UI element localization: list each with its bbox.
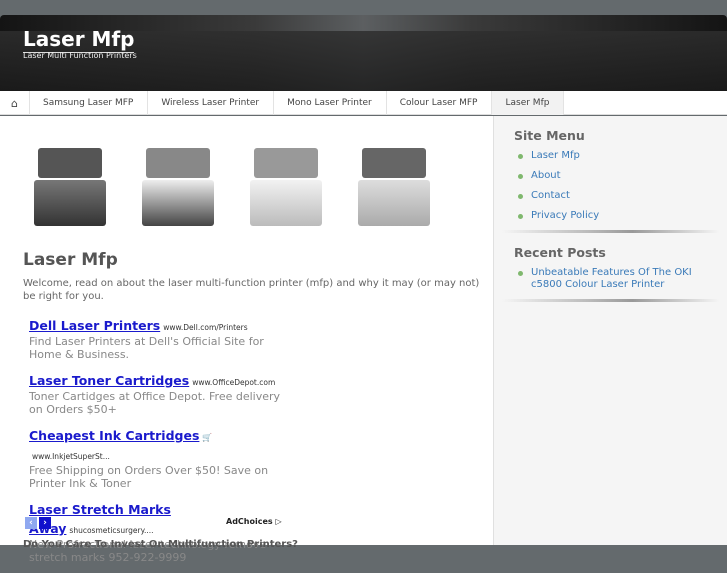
- menu-link[interactable]: Contact: [531, 190, 570, 202]
- ad-pagination: ‹ ›: [25, 517, 51, 529]
- bullet-icon: [518, 214, 523, 219]
- ad-item: Dell Laser Printers www.Dell.com/Printers…: [29, 315, 284, 361]
- ad-desc: Free Shipping on Orders Over $50! Save o…: [29, 464, 269, 490]
- bullet-icon: [518, 174, 523, 179]
- ad-desc: Find Laser Printers at Dell's Official S…: [29, 335, 264, 361]
- recent-post-item[interactable]: Unbeatable Features Of The OKI c5800 Col…: [518, 267, 727, 291]
- cart-icon: 🛒: [202, 433, 213, 442]
- menu-link[interactable]: Privacy Policy: [531, 210, 599, 222]
- ad-next-button[interactable]: ›: [39, 517, 51, 529]
- ad-url[interactable]: shucosmeticsurgery....: [69, 526, 153, 535]
- nav-item-wireless-laser-printer[interactable]: Wireless Laser Printer: [148, 91, 275, 115]
- recent-posts-title: Recent Posts: [514, 245, 606, 260]
- printer-image: [28, 138, 112, 230]
- ad-desc: Toner Cartidges at Office Depot. Free de…: [29, 390, 281, 416]
- ad-item: Laser Toner Cartridges www.OfficeDepot.co…: [29, 370, 284, 416]
- site-tagline: Laser Multi Function Printers: [23, 51, 137, 60]
- nav-item-laser-mfp[interactable]: Laser Mfp: [492, 91, 565, 115]
- divider: [502, 230, 719, 233]
- site-menu-item[interactable]: Privacy Policy: [518, 210, 727, 222]
- adchoices-label: AdChoices: [226, 517, 273, 526]
- ad-item: Cheapest Ink Cartridges 🛒 www.InkjetSuperS…: [29, 425, 284, 490]
- printer-image: [352, 138, 436, 230]
- ad-prev-button[interactable]: ‹: [25, 517, 37, 529]
- site-menu-item[interactable]: Laser Mfp: [518, 150, 727, 162]
- divider: [502, 299, 719, 302]
- bullet-icon: [518, 194, 523, 199]
- ad-url[interactable]: www.OfficeDepot.com: [192, 378, 275, 387]
- intro-text: Welcome, read on about the laser multi-f…: [23, 278, 480, 302]
- page-title: Laser Mfp: [23, 250, 118, 270]
- site-title[interactable]: Laser Mfp: [23, 27, 135, 53]
- menu-link[interactable]: Laser Mfp: [531, 150, 580, 162]
- main-content: Laser Mfp Welcome, read on about the las…: [0, 116, 493, 563]
- ad-title-link[interactable]: Cheapest Ink Cartridges: [29, 428, 199, 443]
- ad-title-link[interactable]: Laser Toner Cartridges: [29, 373, 189, 388]
- nav-item-mono-laser-printer[interactable]: Mono Laser Printer: [274, 91, 387, 115]
- ad-item: Laser Stretch Marks Awayshucosmeticsurge…: [29, 499, 284, 564]
- adchoices-link[interactable]: AdChoices ▷: [226, 517, 282, 526]
- printer-image: [136, 138, 220, 230]
- bullet-icon: [518, 271, 523, 276]
- breadcrumb-nav: ⌂ Samsung Laser MFP Wireless Laser Print…: [0, 91, 727, 115]
- menu-link[interactable]: About: [531, 170, 561, 182]
- site-menu-item[interactable]: About: [518, 170, 727, 182]
- printer-image: [244, 138, 328, 230]
- recent-posts-list: Unbeatable Features Of The OKI c5800 Col…: [518, 267, 727, 291]
- sidebar: Site Menu Laser Mfp About Contact Privac…: [493, 116, 727, 545]
- ad-url[interactable]: www.Dell.com/Printers: [163, 323, 247, 332]
- home-icon: ⌂: [11, 96, 18, 110]
- nav-item-samsung-laser-mfp[interactable]: Samsung Laser MFP: [30, 91, 149, 115]
- site-menu-item[interactable]: Contact: [518, 190, 727, 202]
- ad-title-link[interactable]: Dell Laser Printers: [29, 318, 160, 333]
- printer-images: [28, 138, 436, 230]
- adchoices-icon: ▷: [275, 517, 282, 526]
- site-menu-title: Site Menu: [514, 128, 585, 143]
- post-link[interactable]: Unbeatable Features Of The OKI c5800 Col…: [531, 267, 696, 291]
- ad-url[interactable]: www.InkjetSuperSt...: [32, 452, 110, 461]
- nav-item-colour-laser-mfp[interactable]: Colour Laser MFP: [387, 91, 493, 115]
- site-menu-list: Laser Mfp About Contact Privacy Policy: [518, 150, 727, 222]
- nav-home[interactable]: ⌂: [0, 91, 30, 115]
- ad-block: Dell Laser Printers www.Dell.com/Printers…: [29, 315, 284, 573]
- bullet-icon: [518, 154, 523, 159]
